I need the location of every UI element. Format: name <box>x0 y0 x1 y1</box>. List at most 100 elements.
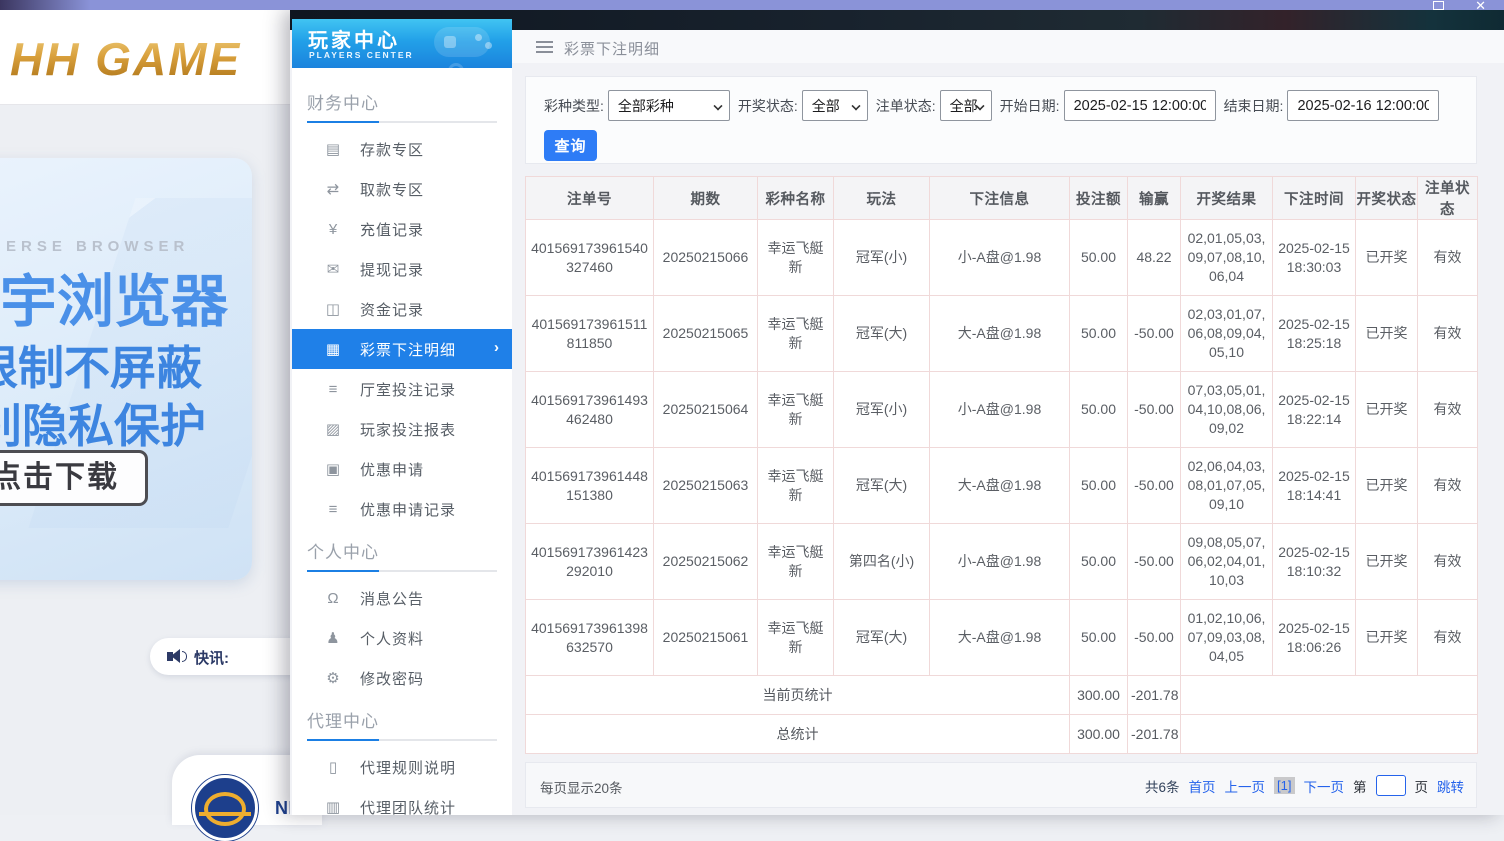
filter-panel: 彩种类型: 全部彩种 开奖状态: 全部 注单状态: 全部 开始日期: 结束日期: <box>525 76 1477 164</box>
summary-bet-total: 300.00 <box>1070 715 1128 754</box>
cell-draw-result: 09,08,05,07,06,02,04,01,10,03 <box>1181 524 1273 600</box>
sidebar-section-underline <box>307 121 497 123</box>
next-page-link[interactable]: 下一页 <box>1304 776 1345 796</box>
titlebar: ✕ <box>0 0 1504 10</box>
cell-draw-result: 07,03,05,01,04,10,08,06,09,02 <box>1181 372 1273 448</box>
start-date-input[interactable] <box>1064 90 1216 121</box>
browser-ad-banner[interactable]: ERSE BROWSER 宇浏览器 限制不屏蔽 别隐私保护 点击下载 <box>0 158 252 580</box>
prev-page-link[interactable]: 上一页 <box>1225 776 1266 796</box>
cell-bet-time: 2025-02-15 18:14:41 <box>1273 448 1356 524</box>
current-page-indicator: [1] <box>1274 777 1294 794</box>
pagination-bar: 每页显示20条 共6条 首页 上一页 [1] 下一页 第 页 跳转 <box>525 762 1477 808</box>
cell-bet-amount: 50.00 <box>1070 600 1128 676</box>
maximize-icon[interactable] <box>1433 1 1444 10</box>
sidebar-item-消息公告[interactable]: Ω消息公告 <box>292 578 512 618</box>
main-content: 彩票下注明细 彩种类型: 全部彩种 开奖状态: 全部 注单状态: 全部 <box>512 30 1504 815</box>
column-header-开奖状态: 开奖状态 <box>1356 177 1418 220</box>
total-count-text: 共6条 <box>1145 776 1180 796</box>
cell-bet-time: 2025-02-15 18:22:14 <box>1273 372 1356 448</box>
bets-table: 注单号期数彩种名称玩法下注信息投注额输赢开奖结果下注时间开奖状态注单状态4015… <box>525 176 1478 754</box>
jump-prefix-label: 第 <box>1353 776 1367 796</box>
sidebar-item-优惠申请记录[interactable]: ≡优惠申请记录 <box>292 489 512 529</box>
end-date-input[interactable] <box>1287 90 1439 121</box>
cell-draw-status: 已开奖 <box>1356 448 1418 524</box>
sidebar-item-优惠申请[interactable]: ▣优惠申请 <box>292 449 512 489</box>
cell-bet-info: 小-A盘@1.98 <box>930 220 1070 296</box>
cell-order-no: 401569173961448151380 <box>526 448 654 524</box>
sidebar-item-个人资料[interactable]: ♟个人资料 <box>292 618 512 658</box>
cell-bet-info: 大-A盘@1.98 <box>930 600 1070 676</box>
cell-order-status: 有效 <box>1418 524 1478 600</box>
sidebar-section-title: 个人中心 <box>292 529 512 570</box>
lottery-detail-icon: ▦ <box>322 340 344 358</box>
sidebar-item-代理规则说明[interactable]: ▯代理规则说明 <box>292 747 512 787</box>
summary-empty <box>1181 676 1478 715</box>
cell-period: 20250215066 <box>654 220 758 296</box>
order-status-select[interactable]: 全部 <box>940 90 992 121</box>
table-row: 40156917396149346248020250215064幸运飞艇新冠军(… <box>526 372 1478 448</box>
page-jump-input[interactable] <box>1376 775 1406 796</box>
first-page-link[interactable]: 首页 <box>1189 776 1216 796</box>
hamburger-icon[interactable] <box>536 41 553 53</box>
sidebar-item-厅室投注记录[interactable]: ≡厅室投注记录 <box>292 369 512 409</box>
withdraw-hand-icon: ⇄ <box>322 180 344 198</box>
cell-win-loss: -50.00 <box>1128 524 1181 600</box>
cell-lottery-name: 幸运飞艇新 <box>758 600 834 676</box>
sidebar-item-充值记录[interactable]: ¥充值记录 <box>292 209 512 249</box>
sidebar-menu: 财务中心▤存款专区⇄取款专区¥充值记录✉提现记录◫资金记录▦彩票下注明细›≡厅室… <box>292 68 512 815</box>
cell-lottery-name: 幸运飞艇新 <box>758 220 834 296</box>
sidebar-item-label: 玩家投注报表 <box>360 419 456 440</box>
search-button[interactable]: 查询 <box>544 130 597 161</box>
column-header-注单号: 注单号 <box>526 177 654 220</box>
sidebar-item-取款专区[interactable]: ⇄取款专区 <box>292 169 512 209</box>
sidebar-item-提现记录[interactable]: ✉提现记录 <box>292 249 512 289</box>
sidebar-item-代理团队统计[interactable]: ▥代理团队统计 <box>292 787 512 827</box>
gamepad-icon <box>434 27 490 57</box>
wallet-icon: ◫ <box>322 300 344 318</box>
sidebar-item-修改密码[interactable]: ⚙修改密码 <box>292 658 512 698</box>
cell-order-no: 401569173961511811850 <box>526 296 654 372</box>
cell-play-type: 冠军(大) <box>834 296 930 372</box>
cell-bet-amount: 50.00 <box>1070 220 1128 296</box>
sidebar-item-label: 修改密码 <box>360 668 424 689</box>
cell-period: 20250215062 <box>654 524 758 600</box>
team-logo-icon <box>192 775 258 841</box>
column-header-彩种名称: 彩种名称 <box>758 177 834 220</box>
draw-status-select[interactable]: 全部 <box>802 90 868 121</box>
logo-band: HH GAME <box>0 10 290 105</box>
chevron-right-icon: › <box>494 339 499 356</box>
cell-win-loss: -50.00 <box>1128 296 1181 372</box>
sidebar-item-label: 消息公告 <box>360 588 424 609</box>
cell-draw-status: 已开奖 <box>1356 296 1418 372</box>
cell-bet-time: 2025-02-15 18:30:03 <box>1273 220 1356 296</box>
sidebar-item-存款专区[interactable]: ▤存款专区 <box>292 129 512 169</box>
cell-period: 20250215065 <box>654 296 758 372</box>
cell-draw-status: 已开奖 <box>1356 600 1418 676</box>
sidebar-title: 玩家中心 <box>308 24 400 53</box>
player-center-window: 玩家中心 PLAYERS CENTER 财务中心▤存款专区⇄取款专区¥充值记录✉… <box>290 10 1504 815</box>
summary-winloss-total: -201.78 <box>1128 676 1181 715</box>
cell-lottery-name: 幸运飞艇新 <box>758 372 834 448</box>
sidebar: 玩家中心 PLAYERS CENTER 财务中心▤存款专区⇄取款专区¥充值记录✉… <box>292 19 512 815</box>
jump-go-link[interactable]: 跳转 <box>1437 776 1464 796</box>
sidebar-item-玩家投注报表[interactable]: ▨玩家投注报表 <box>292 409 512 449</box>
draw-status-label: 开奖状态: <box>738 96 798 116</box>
cell-order-no: 401569173961423292010 <box>526 524 654 600</box>
lottery-type-select[interactable]: 全部彩种 <box>608 90 730 121</box>
ad-line2: 限制不屏蔽 <box>0 332 202 398</box>
chevron-down-icon <box>851 101 860 110</box>
sidebar-item-彩票下注明细[interactable]: ▦彩票下注明细› <box>292 329 512 369</box>
cell-order-status: 有效 <box>1418 220 1478 296</box>
start-date-label: 开始日期: <box>1000 96 1060 116</box>
sidebar-item-label: 厅室投注记录 <box>360 379 456 400</box>
summary-label: 总统计 <box>526 715 1070 754</box>
column-header-投注额: 投注额 <box>1070 177 1128 220</box>
sidebar-item-资金记录[interactable]: ◫资金记录 <box>292 289 512 329</box>
table-row: 40156917396142329201020250215062幸运飞艇新第四名… <box>526 524 1478 600</box>
summary-empty <box>1181 715 1478 754</box>
close-icon[interactable]: ✕ <box>1475 1 1486 10</box>
download-button[interactable]: 点击下载 <box>0 450 148 506</box>
sidebar-section-title: 代理中心 <box>292 698 512 739</box>
cell-period: 20250215061 <box>654 600 758 676</box>
cell-bet-info: 大-A盘@1.98 <box>930 448 1070 524</box>
